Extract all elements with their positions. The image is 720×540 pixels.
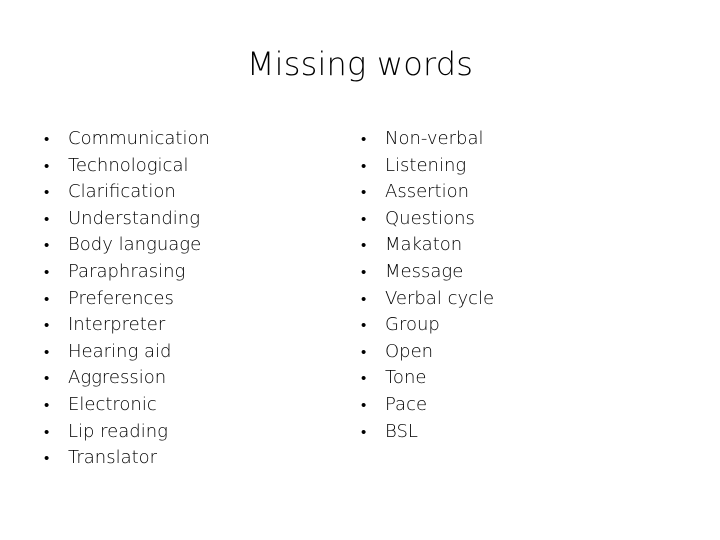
list-item-label: Group xyxy=(385,314,440,336)
list-item-label: Assertion xyxy=(385,181,470,203)
bullet-icon: • xyxy=(361,156,367,175)
list-item: • Electronic xyxy=(36,392,336,419)
list-item-label: Non-verbal xyxy=(385,128,484,149)
bullet-icon: • xyxy=(361,369,367,388)
bullet-icon: • xyxy=(361,262,367,281)
list-item-label: Lip reading xyxy=(68,420,168,442)
list-item-label: Message xyxy=(385,260,464,282)
list-item-label: Interpreter xyxy=(68,314,166,336)
bullet-icon: • xyxy=(44,395,50,414)
bullet-icon: • xyxy=(361,236,367,255)
bullet-icon: • xyxy=(44,316,50,335)
list-item: • Message xyxy=(353,259,653,286)
list-item-label: Preferences xyxy=(68,287,174,309)
list-item: • Hearing aid xyxy=(36,339,336,366)
list-item: • Lip reading xyxy=(36,419,336,446)
list-item-label: Pace xyxy=(385,393,428,415)
list-item: • Assertion xyxy=(353,179,653,206)
bullet-icon: • xyxy=(44,130,50,148)
bullet-icon: • xyxy=(361,316,367,335)
bullet-icon: • xyxy=(361,395,367,414)
list-item: • Non-verbal xyxy=(353,126,653,153)
bullet-icon: • xyxy=(361,130,367,148)
left-bullet-list: • Communication • Technological • Clarificati… xyxy=(36,126,336,472)
list-item-label: Understanding xyxy=(68,207,200,229)
bullet-icon: • xyxy=(44,422,50,441)
list-item-label: Electronic xyxy=(68,393,157,415)
list-item-label: Open xyxy=(385,340,434,362)
list-item: • Communication xyxy=(36,126,336,153)
list-item-label: Paraphrasing xyxy=(68,260,186,282)
list-item: • Makaton xyxy=(353,232,653,259)
list-item: • Clarification xyxy=(36,179,336,206)
list-item: • Questions xyxy=(353,206,653,233)
list-item-label: Communication xyxy=(68,128,210,149)
page-title: Missing words xyxy=(246,45,474,83)
list-item: • Translator xyxy=(36,445,336,472)
list-item: • Verbal cycle xyxy=(353,286,653,313)
list-item: • Body language xyxy=(36,232,336,259)
list-item: • Tone xyxy=(353,365,653,392)
slide-canvas: Missing words • Communication • Technologic… xyxy=(0,0,720,540)
bullet-icon: • xyxy=(44,369,50,388)
list-item-label: Verbal cycle xyxy=(385,287,495,309)
bullet-icon: • xyxy=(44,342,50,361)
list-item-label: Technological xyxy=(68,154,189,176)
list-item: • Interpreter xyxy=(36,312,336,339)
bullet-icon: • xyxy=(361,289,367,308)
list-item-label: Clarification xyxy=(68,181,176,203)
bullet-icon: • xyxy=(44,262,50,281)
list-item: • Group xyxy=(353,312,653,339)
list-item-label: Tone xyxy=(385,367,427,389)
list-item: • Technological xyxy=(36,153,336,180)
bullet-icon: • xyxy=(44,209,50,228)
list-item-label: Hearing aid xyxy=(68,340,172,362)
list-item-label: Questions xyxy=(385,207,475,229)
list-item: • BSL xyxy=(353,419,653,446)
bullet-icon: • xyxy=(44,156,50,175)
list-item-label: Makaton xyxy=(385,234,463,256)
list-item: • Pace xyxy=(353,392,653,419)
list-item-label: Translator xyxy=(68,447,158,469)
list-item-label: BSL xyxy=(385,420,418,442)
list-item-label: Listening xyxy=(385,154,467,176)
bullet-icon: • xyxy=(44,236,50,255)
bullet-icon: • xyxy=(361,209,367,228)
bullet-icon: • xyxy=(44,449,50,468)
list-item: • Preferences xyxy=(36,286,336,313)
list-item: • Listening xyxy=(353,153,653,180)
bullet-icon: • xyxy=(44,183,50,202)
bullet-icon: • xyxy=(44,289,50,308)
left-word-column: • Communication • Technological • Clarificati… xyxy=(36,126,336,472)
list-item: • Understanding xyxy=(36,206,336,233)
right-word-column: • Non-verbal • Listening • Assertion • Question… xyxy=(353,126,653,445)
list-item: • Aggression xyxy=(36,365,336,392)
bullet-icon: • xyxy=(361,342,367,361)
list-item: • Open xyxy=(353,339,653,366)
list-item: • Paraphrasing xyxy=(36,259,336,286)
bullet-icon: • xyxy=(361,422,367,441)
list-item-label: Aggression xyxy=(68,367,167,389)
right-bullet-list: • Non-verbal • Listening • Assertion • Question… xyxy=(353,126,653,445)
bullet-icon: • xyxy=(361,183,367,202)
list-item-label: Body language xyxy=(68,234,202,256)
